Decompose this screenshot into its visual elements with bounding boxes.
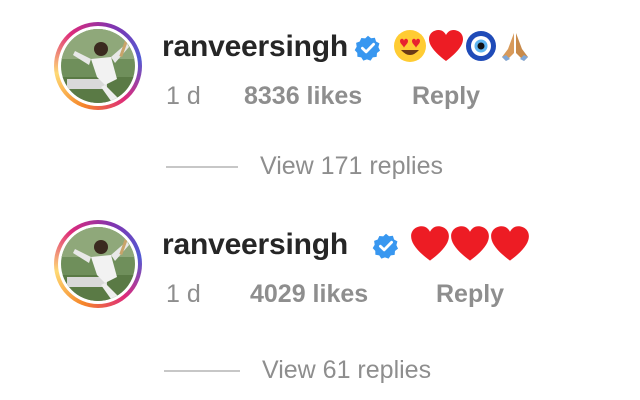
comment-likes-count[interactable]: 4029 likes [250, 280, 368, 309]
verified-badge-icon [354, 35, 381, 61]
view-replies-label: View 61 replies [262, 356, 432, 384]
red-heart-icon [491, 226, 529, 261]
reply-button[interactable]: Reply [436, 280, 504, 309]
comment-timestamp: 1 d [166, 82, 201, 110]
comment-item: ranveersingh 1 d 8336 likes Reply [0, 8, 640, 118]
view-replies-label: View 171 replies [260, 152, 443, 180]
comment-emojis [410, 226, 530, 262]
red-heart-icon [451, 226, 489, 261]
comment-emojis [392, 28, 532, 64]
avatar[interactable] [54, 22, 142, 110]
avatar[interactable] [54, 220, 142, 308]
comment-likes-count[interactable]: 8336 likes [244, 82, 362, 111]
comment-item: ranveersingh 1 d 4029 likes Reply [0, 206, 640, 316]
divider-line [166, 165, 238, 168]
comment-timestamp: 1 d [166, 280, 201, 308]
red-heart-icon [429, 30, 463, 61]
nazar-amulet-icon [466, 31, 496, 61]
folded-hands-icon [502, 33, 528, 61]
comment-username[interactable]: ranveersingh [162, 228, 348, 262]
comment-username[interactable]: ranveersingh [162, 30, 348, 64]
red-heart-icon [411, 226, 449, 261]
view-replies-button[interactable]: View 61 replies [160, 356, 431, 385]
avatar-photo [61, 29, 135, 103]
divider-line [164, 369, 240, 372]
view-replies-button[interactable]: View 171 replies [160, 152, 443, 181]
avatar-photo [61, 227, 135, 301]
reply-button[interactable]: Reply [412, 82, 480, 111]
heart-eyes-emoji-icon [394, 30, 426, 62]
verified-badge-icon [372, 233, 399, 259]
